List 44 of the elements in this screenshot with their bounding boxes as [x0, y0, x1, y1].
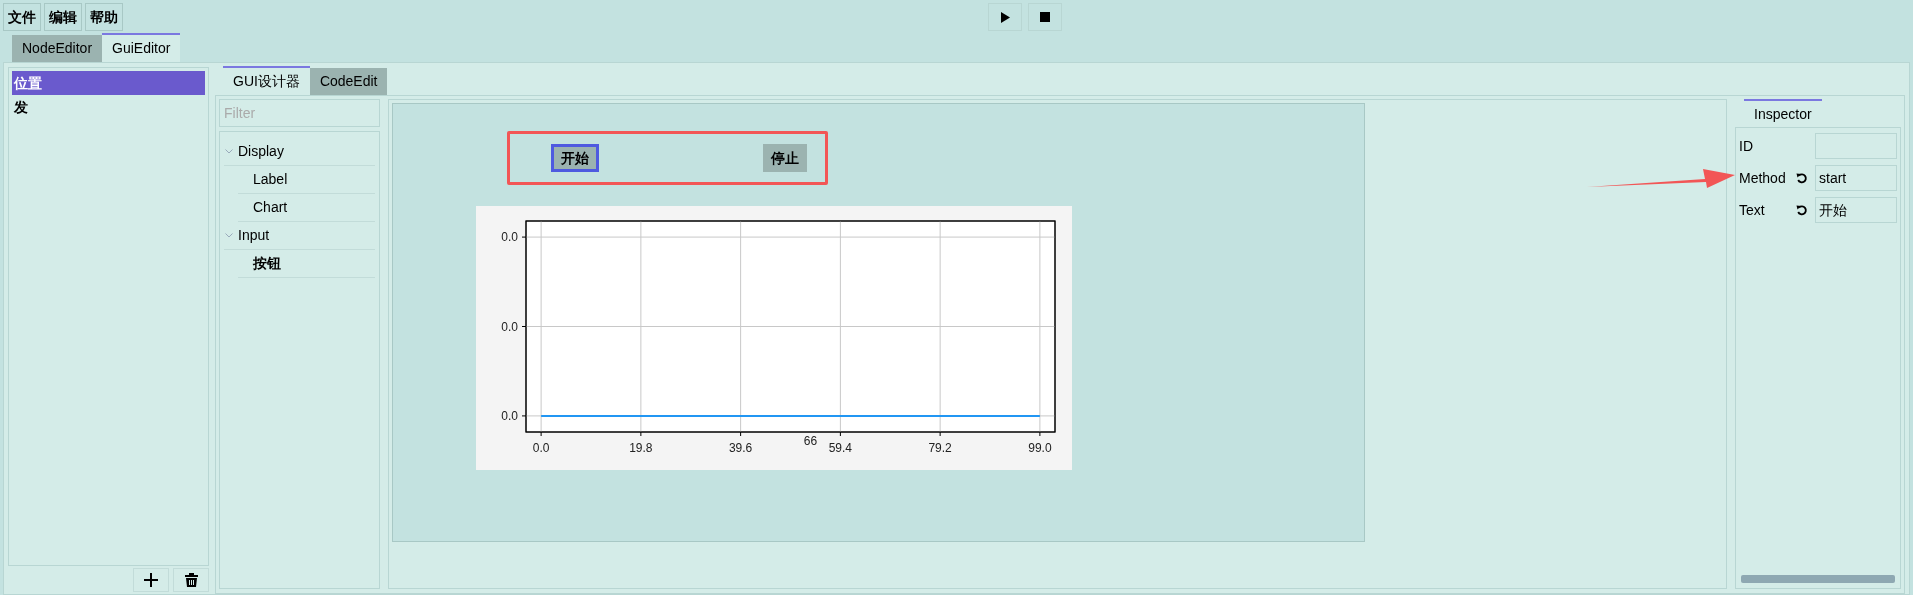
tree-item[interactable]: Input [238, 225, 270, 246]
list-item[interactable]: 发 [12, 95, 205, 119]
scrollbar[interactable] [1741, 575, 1895, 583]
tree-item[interactable]: Chart [253, 197, 288, 218]
tick-label: 0.0 [501, 230, 518, 245]
tick-label: 59.4 [828, 441, 853, 455]
property-field[interactable]: 开始 [1815, 197, 1897, 223]
tick-label: 0.0 [532, 441, 550, 455]
widget-button[interactable]: 开始 [551, 144, 599, 172]
inspector-tab[interactable]: Inspector [1744, 99, 1822, 127]
add-button[interactable] [133, 568, 169, 592]
tick-label: 0.0 [501, 408, 518, 423]
property-field[interactable] [1815, 133, 1897, 159]
list-item[interactable]: 位置 [12, 71, 205, 95]
tick-label: 39.6 [728, 441, 753, 455]
tab[interactable]: GuiEditor [102, 33, 181, 62]
tick-label: 19.8 [629, 441, 653, 455]
axis-label: 66 [803, 434, 818, 448]
tree-item[interactable]: Label [253, 169, 288, 190]
tick-label: 0.0 [501, 319, 518, 334]
reset-icon[interactable] [1796, 172, 1808, 184]
filter-field[interactable]: Filter [219, 99, 380, 127]
property-field[interactable]: start [1815, 165, 1897, 191]
tick-label: 79.2 [928, 441, 952, 455]
reset-icon[interactable] [1796, 204, 1808, 216]
plus-icon [144, 573, 158, 587]
stop-button[interactable] [1028, 3, 1062, 31]
stop-icon [1040, 12, 1050, 22]
play-icon [1000, 11, 1010, 23]
property-label: ID [1739, 136, 1754, 156]
play-button[interactable] [988, 3, 1022, 31]
menu-item[interactable]: 文件 [3, 3, 41, 31]
menu-item[interactable]: 编辑 [44, 3, 82, 31]
delete-button[interactable] [173, 568, 209, 592]
property-label: Text [1739, 200, 1766, 220]
tick-label: 99.0 [1028, 441, 1052, 455]
tree-item[interactable]: 按钮 [253, 253, 281, 274]
trash-icon [184, 573, 198, 587]
menu-item[interactable]: 帮助 [85, 3, 123, 31]
tab[interactable]: NodeEditor [12, 35, 103, 62]
tree-item[interactable]: Display [238, 141, 284, 162]
property-label: Method [1739, 168, 1787, 188]
tab[interactable]: CodeEdit [309, 68, 388, 95]
widget-button[interactable]: 停止 [763, 144, 807, 172]
